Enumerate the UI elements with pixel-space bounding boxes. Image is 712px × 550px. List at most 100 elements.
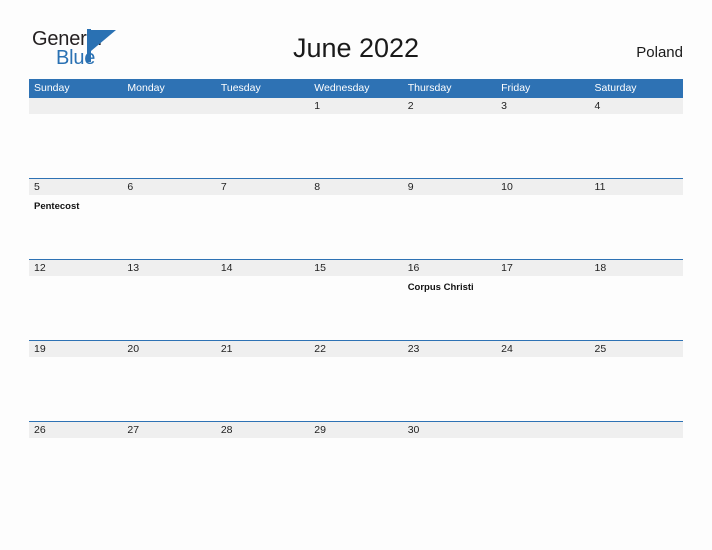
- weekday-header-tuesday: Tuesday: [220, 82, 261, 94]
- day-number: 10: [501, 181, 513, 193]
- day-band: [496, 422, 590, 438]
- day-number: 4: [594, 100, 601, 112]
- day-band: [496, 98, 590, 114]
- week-row: 5 Pentecost 6 7 8 9 10 11: [29, 178, 683, 259]
- weekday-header-row: Sunday Monday Tuesday Wednesday Thursday…: [29, 79, 683, 97]
- weekday-header-saturday: Saturday: [594, 82, 637, 94]
- day-number: 25: [594, 343, 607, 355]
- day-number: 13: [127, 262, 140, 274]
- day-cell[interactable]: 13: [122, 260, 216, 340]
- day-cell[interactable]: 3: [496, 98, 590, 178]
- region-label: Poland: [636, 44, 683, 61]
- weekday-header-wednesday: Wednesday: [314, 82, 370, 94]
- day-number: 12: [34, 262, 46, 274]
- day-events: Pentecost: [34, 196, 119, 214]
- day-cell[interactable]: [496, 422, 590, 502]
- day-cell[interactable]: 4: [589, 98, 683, 178]
- day-cell[interactable]: 7: [215, 179, 310, 259]
- day-number: 1: [314, 100, 321, 112]
- day-number: 27: [127, 424, 140, 436]
- day-number: 6: [127, 181, 134, 193]
- day-cell[interactable]: 19: [29, 341, 123, 421]
- day-cell[interactable]: 20: [122, 341, 216, 421]
- day-number: 28: [220, 424, 233, 436]
- day-number: 11: [594, 181, 606, 193]
- day-number: 7: [220, 181, 227, 193]
- day-cell[interactable]: 15: [309, 260, 403, 340]
- week-row: 26 27 28 29 30: [29, 421, 683, 502]
- day-number: 30: [407, 424, 420, 436]
- day-number: 23: [407, 343, 420, 355]
- day-cell[interactable]: [215, 98, 310, 178]
- day-cell[interactable]: [589, 422, 683, 502]
- day-band: [29, 98, 123, 114]
- weekday-header-thursday: Thursday: [407, 82, 452, 94]
- weekday-header-monday: Monday: [127, 82, 165, 94]
- day-cell[interactable]: 26: [29, 422, 123, 502]
- day-cell[interactable]: 17: [496, 260, 590, 340]
- day-number: 18: [594, 262, 607, 274]
- day-cell[interactable]: 22: [309, 341, 403, 421]
- day-number: 21: [220, 343, 233, 355]
- day-number: 20: [127, 343, 140, 355]
- day-number: 29: [314, 424, 326, 436]
- day-number: 9: [407, 181, 414, 193]
- weekday-header-friday: Friday: [501, 82, 531, 94]
- day-number: 19: [34, 343, 46, 355]
- page-header: General Blue June 2022 Poland: [0, 0, 712, 79]
- day-cell[interactable]: 16 Corpus Christi: [402, 260, 497, 340]
- page-title: June 2022: [292, 33, 420, 63]
- day-number: 5: [34, 181, 40, 193]
- day-number: 8: [314, 181, 321, 193]
- day-band: [29, 179, 123, 195]
- day-cell[interactable]: 9: [402, 179, 497, 259]
- day-cell[interactable]: 10: [496, 179, 590, 259]
- day-number: 2: [407, 100, 414, 112]
- day-band: [402, 98, 497, 114]
- day-cell[interactable]: 6: [122, 179, 216, 259]
- day-number: 24: [501, 343, 513, 355]
- day-cell[interactable]: 1: [309, 98, 403, 178]
- calendar-page: General Blue June 2022 Poland Sunday Mon…: [0, 0, 712, 550]
- day-cell[interactable]: 27: [122, 422, 216, 502]
- day-cell[interactable]: [122, 98, 216, 178]
- day-band: [589, 98, 683, 114]
- day-band: [215, 98, 310, 114]
- day-cell[interactable]: 24: [496, 341, 590, 421]
- day-cell[interactable]: 14: [215, 260, 310, 340]
- week-row: 19 20 21 22 23 24 25: [29, 340, 683, 421]
- day-cell[interactable]: 21: [215, 341, 310, 421]
- weekday-header-sunday: Sunday: [34, 82, 70, 94]
- day-number: 16: [407, 262, 420, 274]
- day-band: [589, 422, 683, 438]
- day-number: 14: [220, 262, 233, 274]
- day-cell[interactable]: 25: [589, 341, 683, 421]
- day-band: [309, 98, 403, 114]
- day-cell[interactable]: 8: [309, 179, 403, 259]
- day-number: 26: [34, 424, 46, 436]
- day-cell[interactable]: 23: [402, 341, 497, 421]
- day-cell[interactable]: 12: [29, 260, 123, 340]
- day-band: [215, 179, 310, 195]
- day-cell[interactable]: 29: [309, 422, 403, 502]
- day-cell[interactable]: 28: [215, 422, 310, 502]
- event-label: Pentecost: [34, 201, 80, 212]
- day-band: [309, 179, 403, 195]
- day-cell[interactable]: 11: [589, 179, 683, 259]
- day-cell[interactable]: 5 Pentecost: [29, 179, 123, 259]
- day-band: [122, 179, 216, 195]
- day-number: 22: [314, 343, 326, 355]
- day-band: [402, 179, 497, 195]
- day-cell[interactable]: 18: [589, 260, 683, 340]
- week-row: 1 2 3 4: [29, 97, 683, 178]
- calendar-grid: Sunday Monday Tuesday Wednesday Thursday…: [29, 79, 683, 502]
- day-cell[interactable]: 2: [402, 98, 497, 178]
- event-label: Corpus Christi: [407, 282, 474, 293]
- day-band: [122, 98, 216, 114]
- day-number: 3: [501, 100, 507, 112]
- day-cell[interactable]: [29, 98, 123, 178]
- day-number: 15: [314, 262, 326, 274]
- day-events: Corpus Christi: [408, 277, 493, 295]
- day-number: 17: [501, 262, 513, 274]
- day-cell[interactable]: 30: [402, 422, 497, 502]
